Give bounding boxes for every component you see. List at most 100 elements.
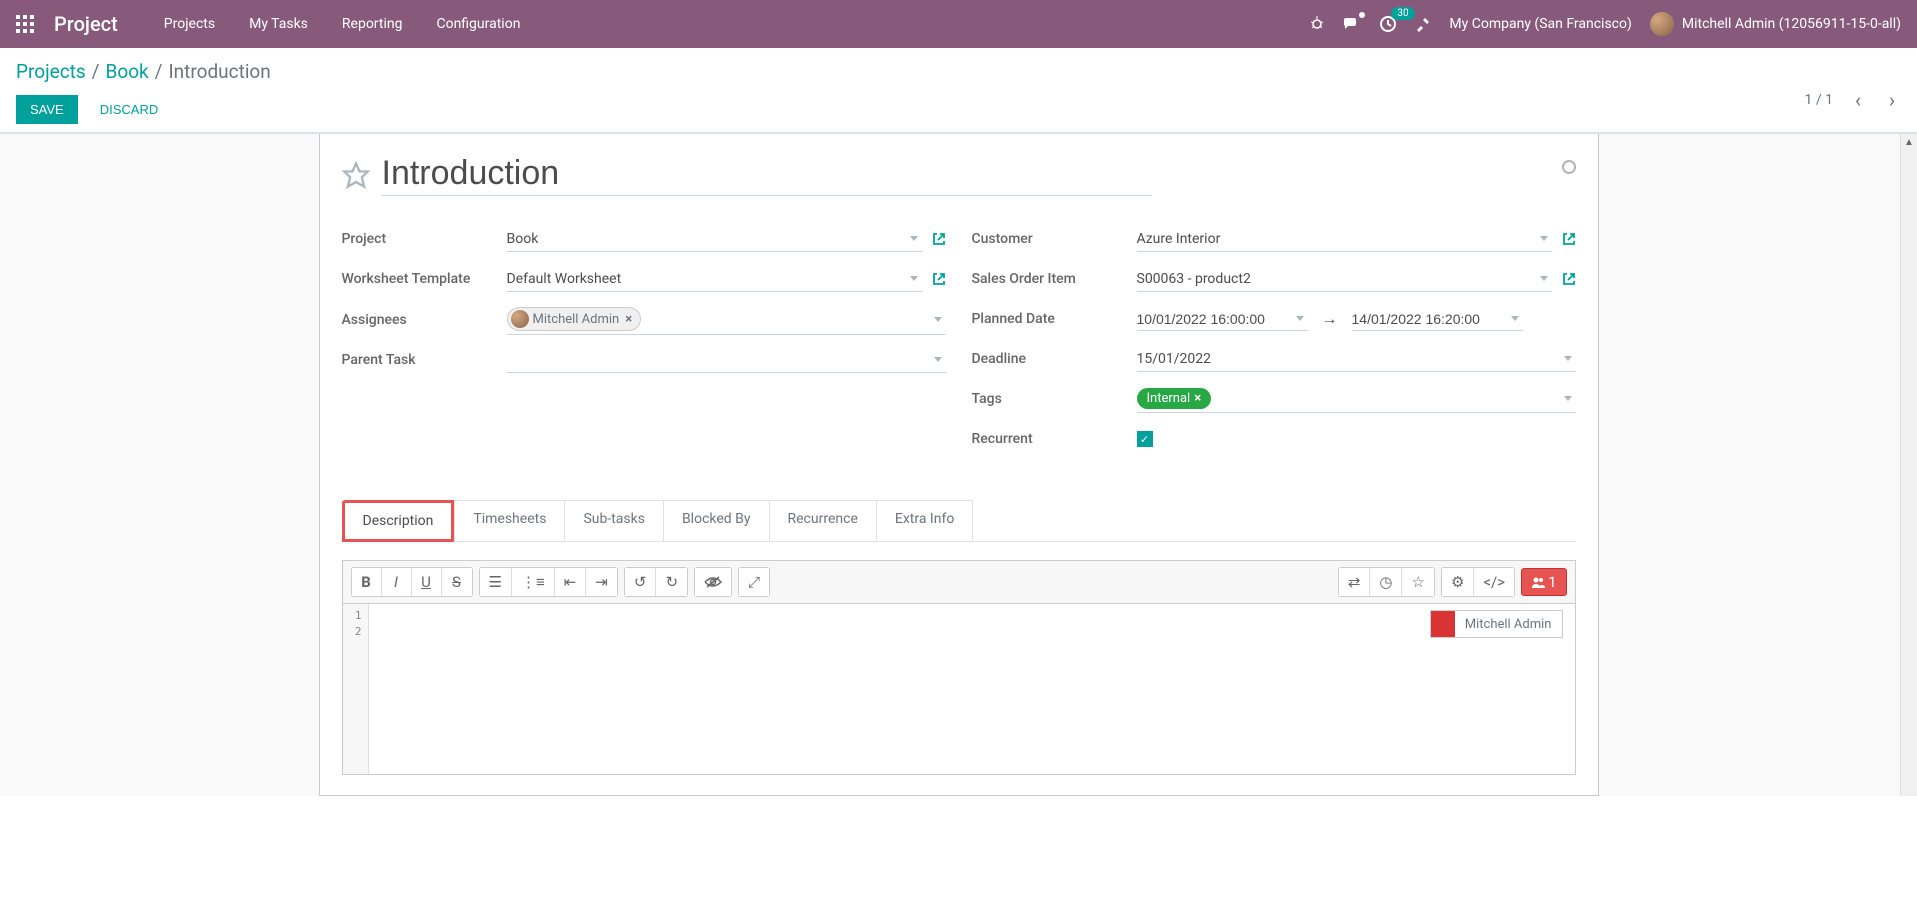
editor-content[interactable]: Mitchell Admin <box>369 604 1575 774</box>
chevron-down-icon[interactable] <box>1511 316 1519 321</box>
bug-icon[interactable] <box>1309 16 1325 32</box>
chat-icon[interactable] <box>1343 16 1361 32</box>
nav-configuration[interactable]: Configuration <box>420 8 536 40</box>
planned-end-field[interactable] <box>1352 308 1523 331</box>
discard-button[interactable]: DISCARD <box>90 95 169 124</box>
save-button[interactable]: SAVE <box>16 95 78 124</box>
breadcrumb-root[interactable]: Projects <box>16 60 86 83</box>
external-link-icon[interactable] <box>932 272 946 286</box>
label-planned-date: Planned Date <box>972 311 1137 327</box>
kanban-state-icon[interactable] <box>1562 160 1576 174</box>
visibility-icon[interactable] <box>695 568 731 596</box>
vertical-scrollbar[interactable]: ▲ <box>1900 134 1917 796</box>
form-background: Project Book Worksheet Template Default … <box>0 133 1917 796</box>
pager-prev[interactable]: ‹ <box>1849 88 1867 112</box>
activity-count: 30 <box>1391 7 1414 20</box>
label-recurrent: Recurrent <box>972 431 1137 447</box>
tab-timesheets[interactable]: Timesheets <box>454 500 565 542</box>
deadline-field[interactable]: 15/01/2022 <box>1137 346 1576 372</box>
description-editor: B I U S ☰ ⋮≡ ⇤ ⇥ ↺ ↻ <box>342 560 1576 775</box>
underline-icon[interactable]: U <box>412 568 442 596</box>
nav-my-tasks[interactable]: My Tasks <box>233 8 324 40</box>
label-customer: Customer <box>972 231 1137 247</box>
chevron-down-icon[interactable] <box>910 236 918 241</box>
chevron-down-icon[interactable] <box>1540 236 1548 241</box>
tools-icon[interactable] <box>1415 16 1431 32</box>
star-icon[interactable]: ☆ <box>1402 568 1433 596</box>
favorite-star-icon[interactable] <box>342 161 370 189</box>
tab-description[interactable]: Description <box>342 500 455 542</box>
external-link-icon[interactable] <box>1562 272 1576 286</box>
collaborator-popup: Mitchell Admin <box>1430 610 1563 638</box>
customer-field[interactable]: Azure Interior <box>1137 226 1552 252</box>
pager-next[interactable]: › <box>1883 88 1901 112</box>
undo-icon[interactable]: ↺ <box>625 568 657 596</box>
scroll-up-icon[interactable]: ▲ <box>1901 134 1917 151</box>
tab-subtasks[interactable]: Sub-tasks <box>565 500 664 542</box>
history-icon[interactable]: ◷ <box>1370 568 1402 596</box>
indent-icon[interactable]: ⇥ <box>586 568 617 596</box>
bold-icon[interactable]: B <box>352 568 382 596</box>
ul-icon[interactable]: ⋮≡ <box>512 568 555 596</box>
label-tags: Tags <box>972 391 1137 407</box>
nav-projects[interactable]: Projects <box>148 8 231 40</box>
code-icon[interactable]: </> <box>1474 568 1514 596</box>
project-field[interactable]: Book <box>507 226 922 252</box>
external-link-icon[interactable] <box>932 232 946 246</box>
label-project: Project <box>342 231 507 247</box>
redo-icon[interactable]: ↻ <box>656 568 687 596</box>
outdent-icon[interactable]: ⇤ <box>555 568 587 596</box>
avatar-icon <box>511 310 529 328</box>
recurrent-checkbox[interactable]: ✓ <box>1137 431 1153 447</box>
control-panel: Projects/Book/Introduction SAVE DISCARD … <box>0 48 1917 133</box>
chevron-down-icon[interactable] <box>1564 396 1572 401</box>
breadcrumb: Projects/Book/Introduction <box>16 60 271 83</box>
label-assignees: Assignees <box>342 312 507 328</box>
label-parent-task: Parent Task <box>342 352 507 368</box>
top-nav: Project Projects My Tasks Reporting Conf… <box>0 0 1917 48</box>
line-gutter: 1 2 <box>343 604 369 774</box>
label-sales-order: Sales Order Item <box>972 271 1137 287</box>
arrow-right-icon: → <box>1308 309 1352 329</box>
collaborators-button[interactable]: 1 <box>1521 568 1566 596</box>
tab-recurrence[interactable]: Recurrence <box>770 500 877 542</box>
remove-tag-icon[interactable]: × <box>1194 391 1201 406</box>
task-title-input[interactable] <box>382 154 1152 196</box>
italic-icon[interactable]: I <box>382 568 412 596</box>
assignee-chip: Mitchell Admin × <box>507 307 642 331</box>
notebook-tabs: Description Timesheets Sub-tasks Blocked… <box>342 500 1576 542</box>
strike-icon[interactable]: S <box>442 568 472 596</box>
label-deadline: Deadline <box>972 351 1137 367</box>
company-selector[interactable]: My Company (San Francisco) <box>1449 16 1631 32</box>
label-worksheet: Worksheet Template <box>342 271 507 287</box>
ol-icon[interactable]: ☰ <box>480 568 512 596</box>
chevron-down-icon[interactable] <box>1540 276 1548 281</box>
brand-title: Project <box>54 12 118 36</box>
external-link-icon[interactable] <box>1562 232 1576 246</box>
parent-task-field[interactable] <box>507 347 946 373</box>
planned-start-field[interactable] <box>1137 308 1308 331</box>
sales-order-field[interactable]: S00063 - product2 <box>1137 266 1552 292</box>
expand-icon[interactable]: ⤢ <box>739 568 769 596</box>
apps-icon[interactable] <box>16 15 34 33</box>
chevron-down-icon[interactable] <box>910 276 918 281</box>
chevron-down-icon[interactable] <box>934 317 942 322</box>
remove-assignee-icon[interactable]: × <box>625 312 632 327</box>
worksheet-field[interactable]: Default Worksheet <box>507 266 922 292</box>
tab-extra-info[interactable]: Extra Info <box>877 500 973 542</box>
tab-blocked-by[interactable]: Blocked By <box>664 500 770 542</box>
chevron-down-icon[interactable] <box>934 357 942 362</box>
pager: 1 / 1 ‹ › <box>1805 88 1902 112</box>
user-menu[interactable]: Mitchell Admin (12056911-15-0-all) <box>1650 12 1901 36</box>
main-menu: Projects My Tasks Reporting Configuratio… <box>148 8 537 40</box>
editor-toolbar: B I U S ☰ ⋮≡ ⇤ ⇥ ↺ ↻ <box>343 561 1575 604</box>
breadcrumb-project[interactable]: Book <box>106 60 149 83</box>
swap-icon[interactable]: ⇄ <box>1339 568 1371 596</box>
tags-field[interactable]: Internal × <box>1137 385 1576 413</box>
gear-icon[interactable]: ⚙ <box>1442 568 1474 596</box>
nav-reporting[interactable]: Reporting <box>326 8 419 40</box>
chevron-down-icon[interactable] <box>1296 316 1304 321</box>
activity-icon[interactable]: 30 <box>1379 15 1397 33</box>
assignees-field[interactable]: Mitchell Admin × <box>507 304 946 335</box>
chevron-down-icon[interactable] <box>1564 356 1572 361</box>
